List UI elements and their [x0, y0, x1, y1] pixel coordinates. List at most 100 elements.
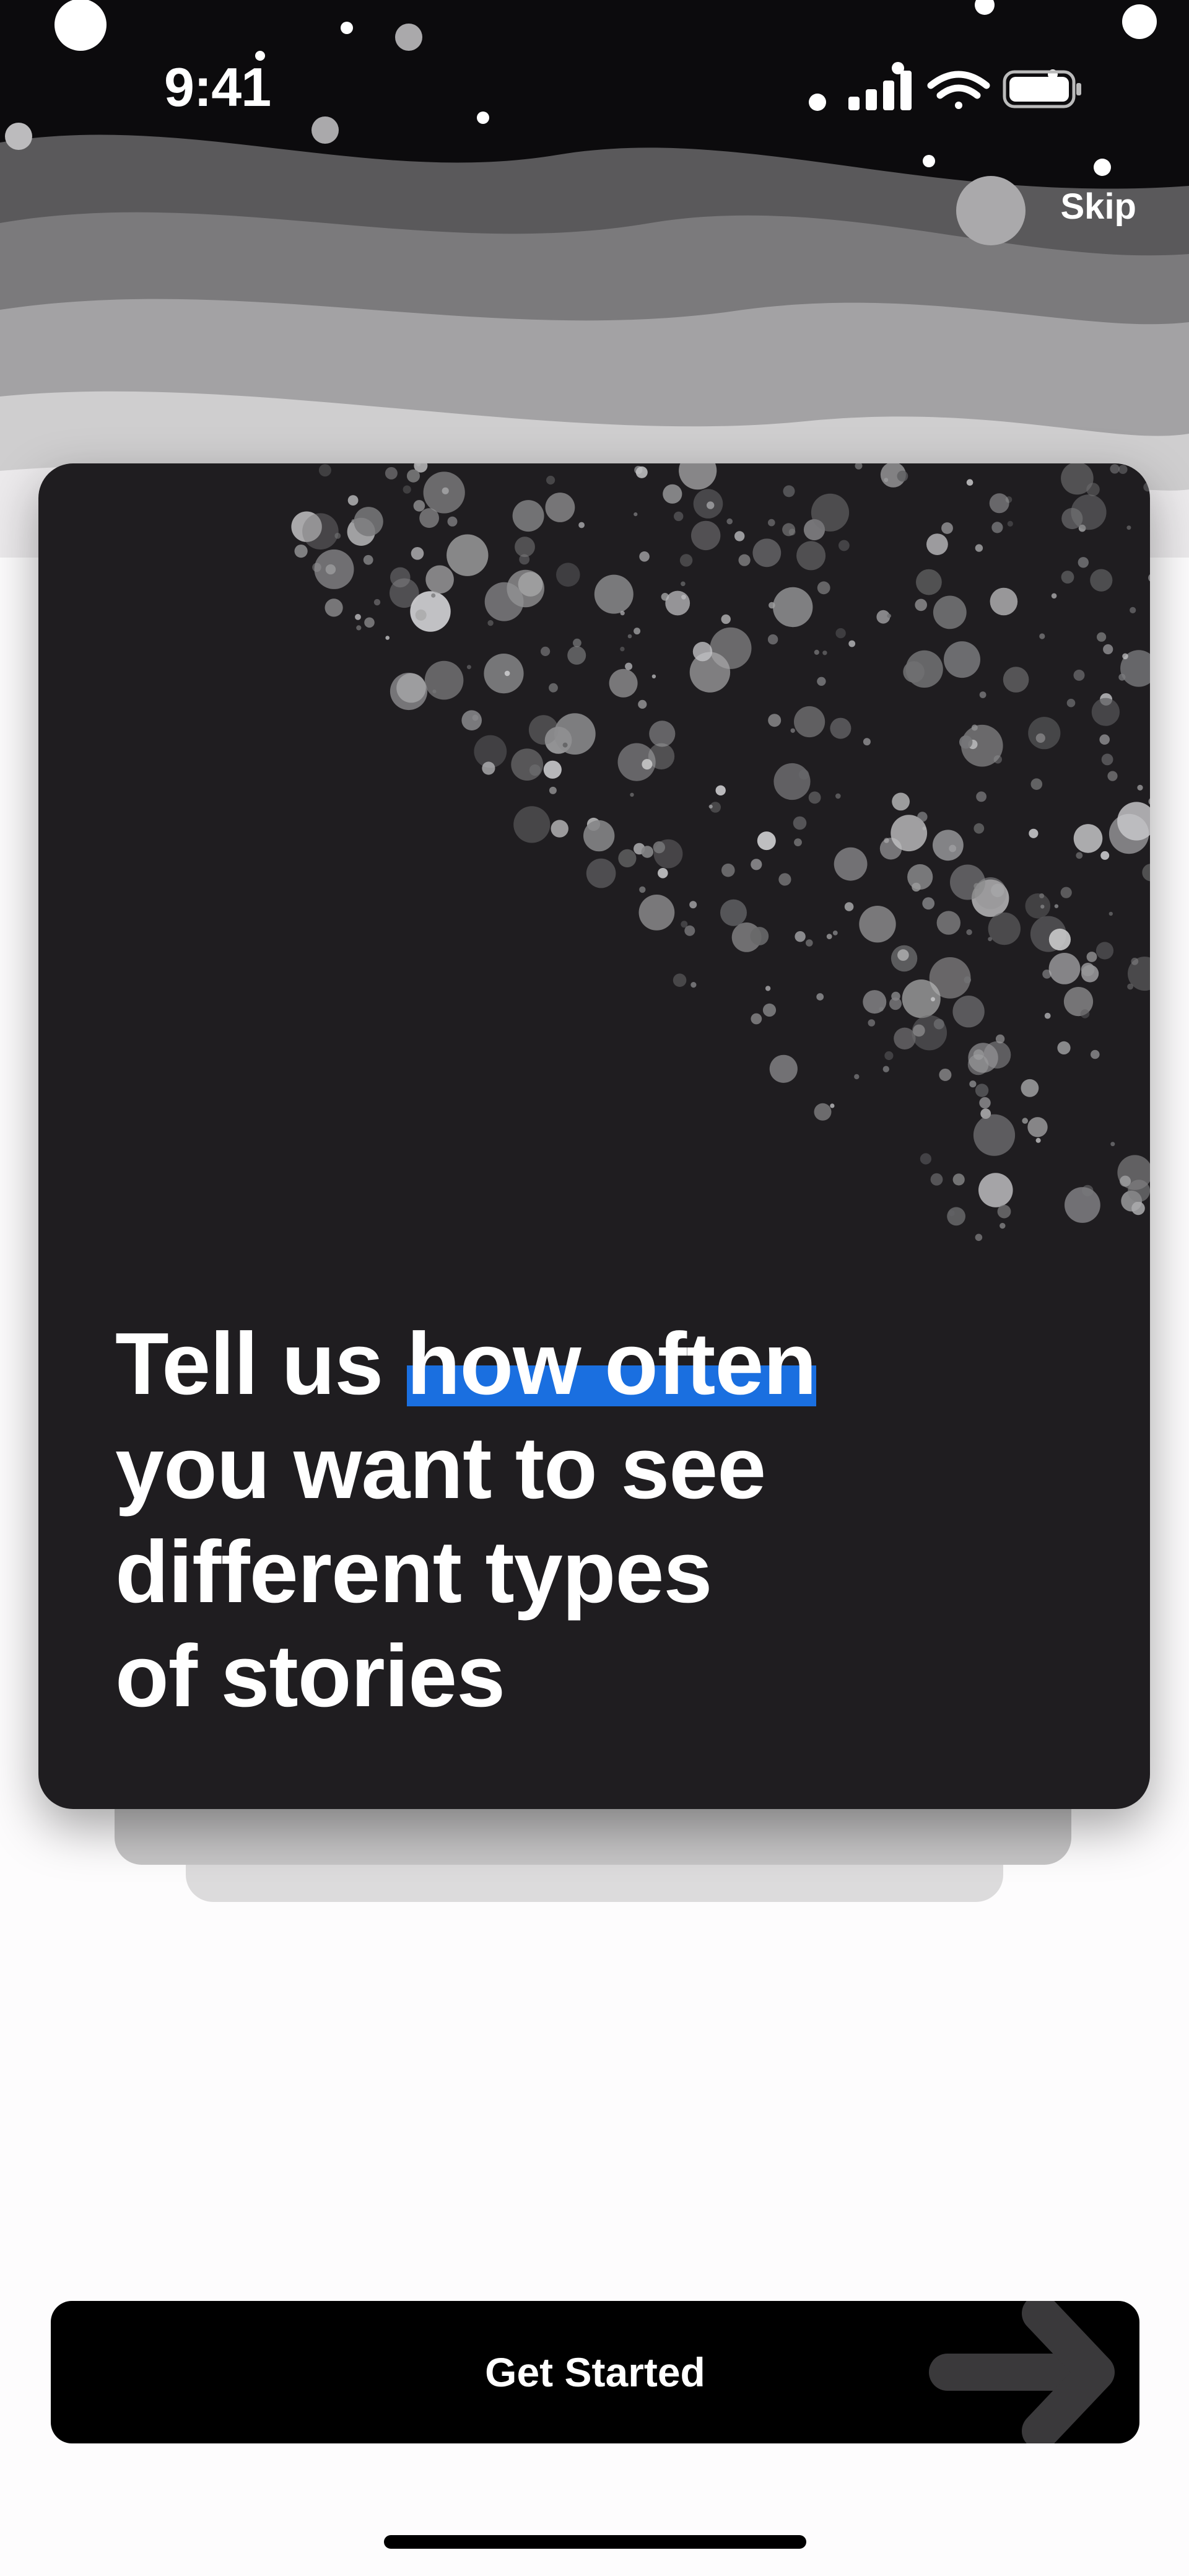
- bokeh-particle: [447, 516, 458, 527]
- bokeh-particle: [773, 587, 813, 628]
- bokeh-particle: [424, 660, 464, 700]
- bokeh-particle: [681, 581, 686, 587]
- bokeh-particle: [708, 804, 713, 808]
- bokeh-particle: [808, 791, 821, 804]
- bokeh-particle: [834, 847, 868, 881]
- bokeh-particle: [1071, 494, 1107, 530]
- bokeh-particle: [1143, 482, 1150, 492]
- headline-prefix: Tell us: [115, 1315, 407, 1413]
- bokeh-particle: [751, 1013, 762, 1025]
- bokeh-particle: [976, 791, 986, 802]
- bokeh-particle: [487, 620, 494, 626]
- bokeh-particle: [1131, 957, 1139, 965]
- bokeh-particle: [1099, 734, 1110, 745]
- bokeh-particle: [975, 544, 983, 552]
- bokeh-particle: [513, 806, 551, 843]
- bokeh-particle: [396, 673, 426, 703]
- bokeh-particle: [882, 1066, 890, 1072]
- skip-button[interactable]: Skip: [1061, 186, 1137, 227]
- bokeh-particle: [989, 493, 1009, 514]
- bokeh-particle: [806, 939, 813, 947]
- bokeh-particle: [879, 838, 902, 860]
- bokeh-particle: [1025, 893, 1051, 919]
- bokeh-particle: [681, 594, 686, 600]
- bokeh-particle: [415, 609, 427, 621]
- bokeh-particle: [973, 823, 985, 834]
- get-started-button[interactable]: Get Started: [51, 2301, 1139, 2443]
- bokeh-particle: [413, 500, 425, 512]
- bokeh-particle: [1073, 669, 1085, 681]
- bokeh-particle: [618, 849, 637, 867]
- bokeh-particle: [891, 991, 900, 1001]
- bokeh-particle: [859, 906, 896, 943]
- headline-line-2: you want to see: [115, 1419, 766, 1517]
- bokeh-particle: [1060, 887, 1072, 898]
- bokeh-particle: [681, 921, 688, 928]
- bokeh-particle: [1142, 864, 1150, 882]
- bokeh-particle: [1091, 1049, 1100, 1059]
- bokeh-particle: [936, 911, 961, 935]
- bokeh-particle: [373, 598, 381, 606]
- bokeh-particle: [634, 512, 638, 517]
- card-headline: Tell us how often you want to see differ…: [115, 1312, 1044, 1728]
- bokeh-particle: [1107, 771, 1118, 781]
- bokeh-particle: [884, 478, 889, 483]
- bokeh-particle: [639, 886, 646, 893]
- bokeh-particle: [975, 1233, 983, 1242]
- bokeh-particle: [1003, 667, 1029, 693]
- bokeh-particle: [933, 830, 964, 861]
- bokeh-particle: [1051, 593, 1057, 599]
- bokeh-particle: [1095, 942, 1114, 960]
- bokeh-particle: [583, 820, 615, 852]
- bokeh-particle: [627, 634, 632, 639]
- bokeh-particle: [892, 792, 910, 811]
- bokeh-particle: [969, 1080, 977, 1088]
- bokeh-particle: [788, 528, 796, 536]
- bokeh-particle: [991, 522, 1003, 533]
- bokeh-particle: [816, 993, 824, 1001]
- bokeh-particle: [673, 973, 687, 987]
- bokeh-particle: [562, 742, 568, 748]
- bokeh-particle: [933, 595, 967, 629]
- bokeh-particle: [1086, 952, 1097, 962]
- bokeh-particle: [554, 713, 596, 755]
- bokeh-particle: [915, 598, 927, 611]
- bokeh-particle: [1048, 953, 1081, 984]
- bokeh-particle: [720, 899, 747, 926]
- bokeh-particle: [757, 831, 776, 851]
- bokeh-particle: [783, 485, 795, 497]
- bokeh-particle: [765, 986, 771, 991]
- bokeh-particle: [638, 895, 675, 931]
- bokeh-particle: [1091, 698, 1120, 726]
- headline-line-4: of stories: [115, 1627, 505, 1725]
- bokeh-particle: [318, 464, 331, 477]
- bokeh-particle: [511, 748, 544, 781]
- bokeh-particle: [988, 912, 1021, 945]
- bokeh-particle: [556, 563, 580, 587]
- bokeh-particle: [653, 839, 683, 869]
- bokeh-particle: [690, 982, 697, 988]
- bokeh-particle: [665, 590, 690, 616]
- bokeh-particle: [1122, 653, 1128, 660]
- bokeh-particle: [941, 522, 953, 534]
- bokeh-particle: [907, 864, 933, 890]
- bokeh-particle: [826, 934, 832, 939]
- bokeh-particle: [504, 670, 510, 677]
- cellular-signal-icon: [848, 71, 912, 110]
- bokeh-particle: [630, 792, 634, 797]
- bokeh-particle: [1097, 632, 1107, 642]
- bokeh-particle: [482, 761, 495, 775]
- bokeh-particle: [974, 877, 1007, 909]
- bokeh-particle: [1039, 893, 1045, 898]
- bokeh-particle: [302, 513, 339, 550]
- bokeh-particle: [1100, 851, 1110, 860]
- bokeh-particle: [929, 957, 971, 999]
- bokeh-particle: [403, 485, 411, 494]
- bokeh-particle: [641, 846, 654, 858]
- bokeh-particle: [1039, 633, 1045, 639]
- bokeh-particle: [768, 714, 782, 727]
- bokeh-particle: [573, 638, 581, 647]
- bokeh-particle: [651, 674, 656, 678]
- bokeh-particle: [692, 642, 713, 662]
- bokeh-particle: [364, 617, 375, 628]
